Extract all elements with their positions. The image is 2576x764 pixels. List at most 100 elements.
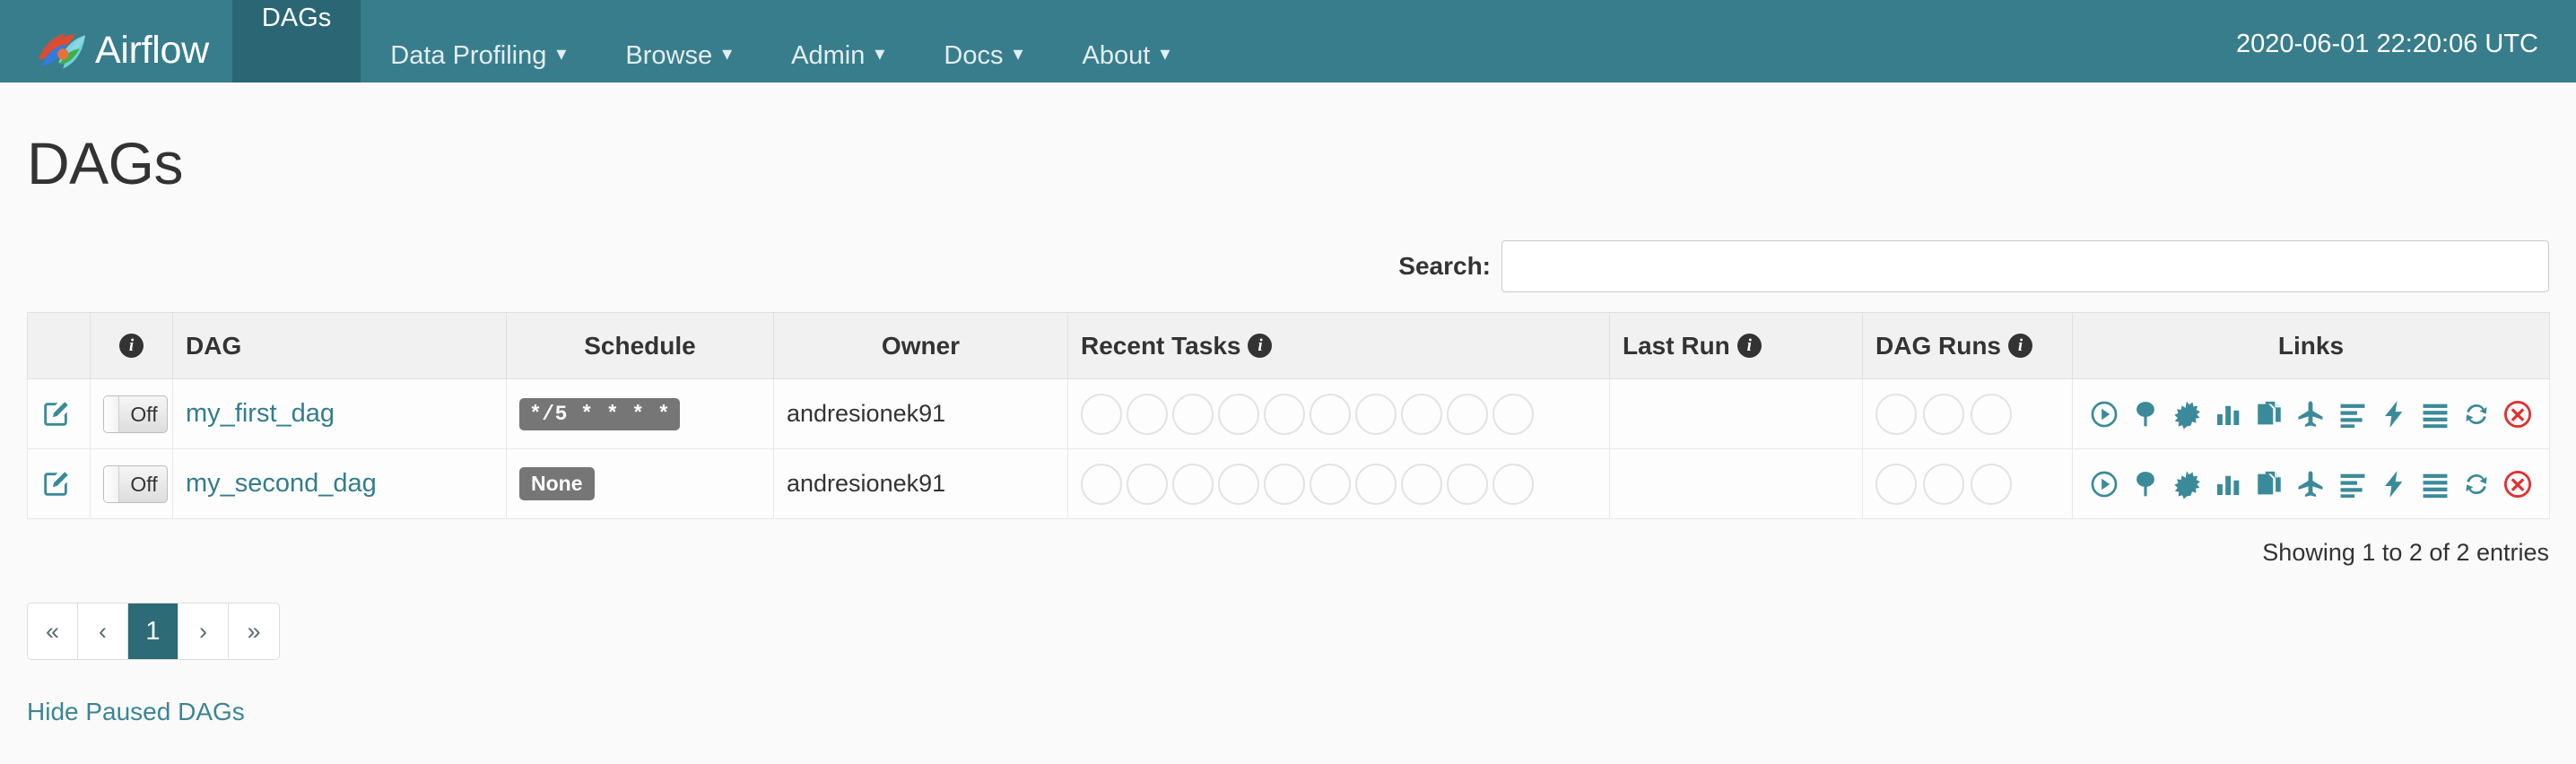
refresh-icon[interactable] [2461, 399, 2492, 430]
table-row: Off my_second_dag None andresionek91 [27, 448, 2550, 519]
task-state-circle[interactable] [1218, 393, 1259, 435]
tree-view-icon[interactable] [2130, 399, 2161, 430]
task-state-circle[interactable] [1401, 393, 1442, 435]
edit-pencil-square-icon[interactable] [40, 469, 71, 499]
trigger-dag-play-icon[interactable] [2089, 469, 2119, 499]
task-state-circle[interactable] [1127, 463, 1168, 505]
cell-recent-tasks [1067, 448, 1610, 519]
pagination-first-page[interactable]: « [28, 603, 78, 659]
task-state-circle[interactable] [1264, 393, 1305, 435]
chevron-down-icon: ▾ [556, 42, 567, 65]
search-bar: Search: [27, 240, 2549, 292]
task-state-circle[interactable] [1401, 463, 1442, 505]
graph-view-sun-icon[interactable] [2171, 469, 2202, 499]
task-tries-copy-icon[interactable] [2254, 399, 2284, 430]
col-header-blank [27, 312, 91, 379]
dag-run-state-circle[interactable] [1923, 393, 1964, 435]
schedule-badge: */5 * * * * [519, 397, 681, 430]
delete-dag-circle-x-icon[interactable] [2502, 399, 2533, 430]
page-title: DAGs [27, 130, 184, 196]
task-state-circle[interactable] [1493, 393, 1534, 435]
top-navbar: Airflow DAGs Data Profiling ▾ Browse ▾ A… [0, 0, 2576, 82]
refresh-icon[interactable] [2461, 469, 2492, 499]
search-input[interactable] [1501, 240, 2549, 292]
nav-item-docs[interactable]: Docs ▾ [914, 14, 1052, 82]
dag-run-state-circle[interactable] [1971, 393, 2012, 435]
task-duration-bar-chart-icon[interactable] [2213, 469, 2243, 499]
task-state-circle[interactable] [1172, 463, 1214, 505]
brand-home-link[interactable]: Airflow [0, 0, 232, 82]
graph-view-sun-icon[interactable] [2171, 399, 2202, 430]
hide-paused-dags-link[interactable]: Hide Paused DAGs [27, 698, 245, 726]
dag-runs-circles [1875, 463, 2059, 505]
logs-list-icon[interactable] [2420, 469, 2450, 499]
cell-schedule: None [506, 448, 774, 519]
cell-dag-runs [1862, 448, 2073, 519]
pause-toggle[interactable]: Off [103, 464, 168, 503]
logs-list-icon[interactable] [2420, 399, 2450, 430]
code-bolt-icon[interactable] [2379, 469, 2409, 499]
nav-item-about[interactable]: About ▾ [1053, 14, 1200, 82]
info-icon[interactable]: i [1736, 333, 1762, 358]
nav-item-dags-label: DAGs [261, 4, 332, 32]
edit-pencil-square-icon[interactable] [40, 399, 71, 430]
task-tries-copy-icon[interactable] [2254, 469, 2284, 499]
info-icon[interactable]: i [119, 333, 144, 358]
dag-link[interactable]: my_first_dag [186, 399, 335, 428]
brand-label: Airflow [95, 29, 209, 72]
nav-item-data-profiling[interactable]: Data Profiling ▾ [361, 14, 596, 82]
nav-item-about-label: About [1082, 41, 1151, 70]
nav-item-dags[interactable]: DAGs [231, 0, 361, 82]
dag-run-state-circle[interactable] [1875, 463, 1917, 505]
task-state-circle[interactable] [1127, 393, 1168, 435]
chevron-down-icon: ▾ [875, 42, 885, 65]
table-row: Off my_first_dag */5 * * * * andresionek… [27, 378, 2550, 449]
pagination-page-1[interactable]: 1 [128, 603, 178, 659]
delete-dag-circle-x-icon[interactable] [2502, 469, 2533, 499]
schedule-badge: None [519, 467, 595, 500]
pagination-next-page[interactable]: › [178, 603, 229, 659]
nav-item-admin[interactable]: Admin ▾ [761, 14, 914, 82]
task-state-circle[interactable] [1355, 463, 1397, 505]
utc-clock: 2020-06-01 22:20:06 UTC [2236, 30, 2538, 58]
tree-view-icon[interactable] [2130, 469, 2161, 499]
links-row [2089, 399, 2533, 430]
dag-runs-circles [1875, 393, 2059, 435]
task-state-circle[interactable] [1264, 463, 1305, 505]
trigger-dag-play-icon[interactable] [2089, 399, 2119, 430]
task-state-circle[interactable] [1081, 393, 1122, 435]
nav-item-browse[interactable]: Browse ▾ [596, 14, 761, 82]
gantt-align-left-icon[interactable] [2337, 399, 2368, 430]
cell-dag-name: my_first_dag [172, 378, 507, 449]
gantt-align-left-icon[interactable] [2337, 469, 2368, 499]
dag-run-state-circle[interactable] [1923, 463, 1964, 505]
task-state-circle[interactable] [1172, 393, 1214, 435]
col-header-info: i [90, 312, 173, 379]
recent-tasks-circles [1081, 463, 1597, 505]
task-state-circle[interactable] [1081, 463, 1122, 505]
toggle-label: Off [130, 402, 158, 426]
task-state-circle[interactable] [1447, 393, 1488, 435]
dag-run-state-circle[interactable] [1875, 393, 1917, 435]
info-icon[interactable]: i [2008, 333, 2032, 358]
task-state-circle[interactable] [1310, 393, 1351, 435]
task-state-circle[interactable] [1493, 463, 1534, 505]
task-state-circle[interactable] [1355, 393, 1397, 435]
dag-run-state-circle[interactable] [1971, 463, 2012, 505]
table-entries-info: Showing 1 to 2 of 2 entries [2262, 539, 2549, 566]
info-icon[interactable]: i [1248, 333, 1273, 358]
dag-link[interactable]: my_second_dag [186, 469, 377, 498]
landing-times-plane-icon[interactable] [2295, 469, 2326, 499]
landing-times-plane-icon[interactable] [2295, 399, 2326, 430]
task-duration-bar-chart-icon[interactable] [2213, 399, 2243, 430]
pagination-previous-page[interactable]: ‹ [78, 603, 128, 659]
task-state-circle[interactable] [1447, 463, 1488, 505]
task-state-circle[interactable] [1310, 463, 1351, 505]
pagination-last-page[interactable]: » [229, 603, 279, 659]
col-header-last-run: Last Run i [1609, 312, 1863, 379]
task-state-circle[interactable] [1218, 463, 1259, 505]
code-bolt-icon[interactable] [2379, 399, 2409, 430]
col-header-recent-tasks: Recent Tasks i [1067, 312, 1610, 379]
pause-toggle[interactable]: Off [103, 395, 168, 433]
col-header-owner: Owner [773, 312, 1068, 379]
